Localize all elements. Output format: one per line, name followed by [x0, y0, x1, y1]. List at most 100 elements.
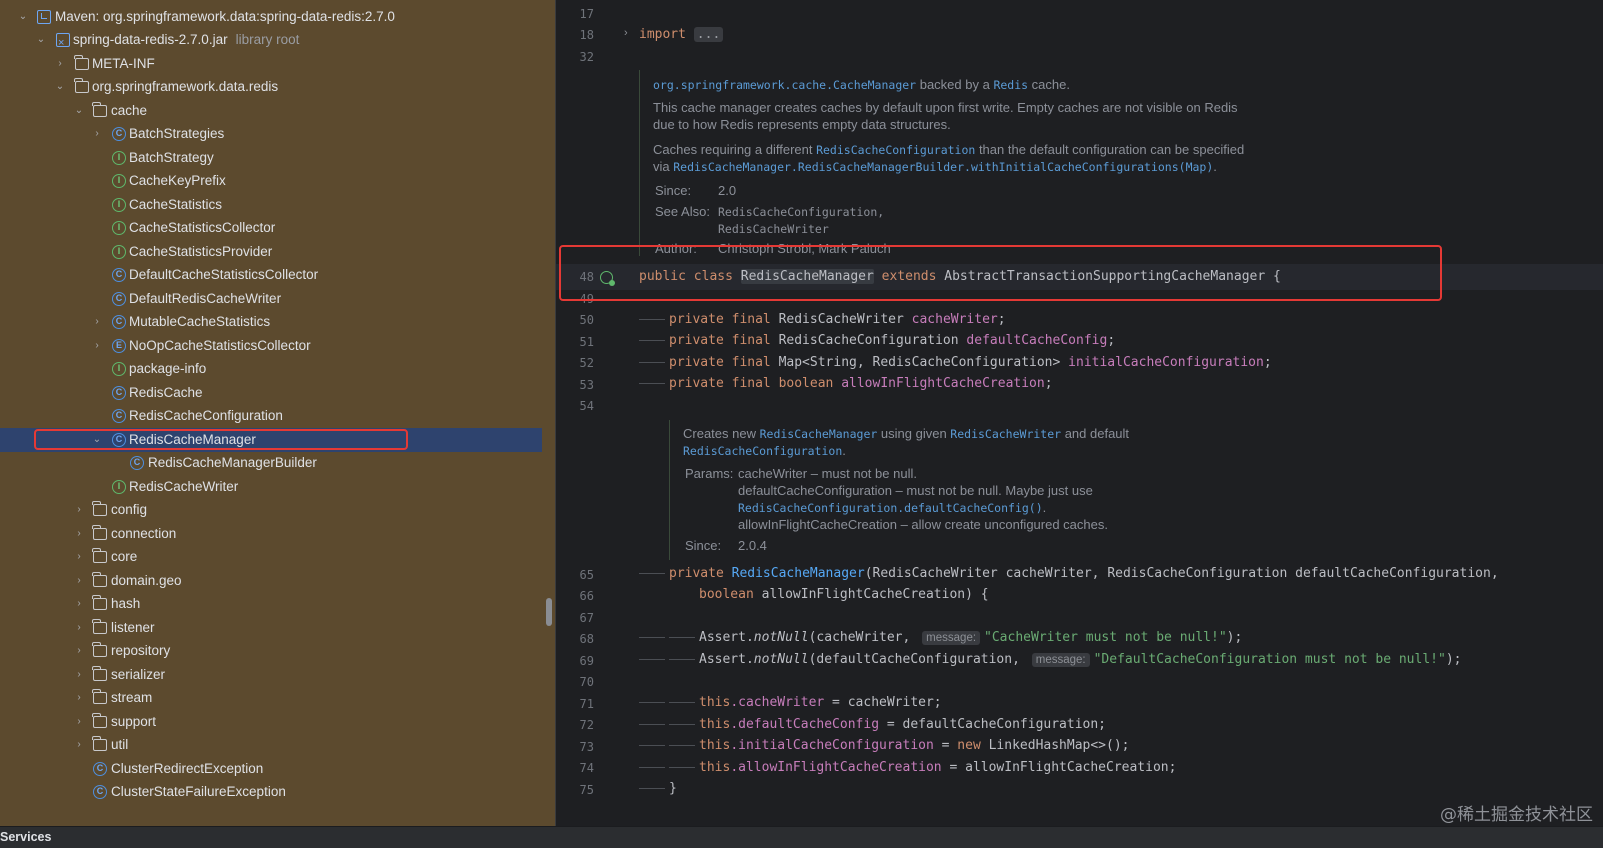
method-call[interactable]: notNull	[754, 630, 809, 645]
tree-node-label: package-info	[129, 361, 207, 376]
doc-link[interactable]: RedisCacheManager.RedisCacheManagerBuild…	[673, 160, 1213, 174]
parameter-hint: message:	[922, 631, 981, 645]
tree-node-package[interactable]: ⌄ org.springframework.data.redis	[0, 75, 544, 99]
folded-imports[interactable]: ...	[693, 27, 724, 42]
tree-node-interface[interactable]: I RedisCacheWriter	[0, 475, 544, 499]
field-name[interactable]: allowInFlightCacheCreation	[841, 376, 1045, 391]
tree-node-label: support	[111, 714, 157, 729]
tree-node-label: ClusterRedirectException	[111, 761, 264, 776]
field-name[interactable]: .initialCacheConfiguration	[730, 738, 934, 753]
tree-node-enum[interactable]: › E NoOpCacheStatisticsCollector	[0, 334, 544, 358]
tree-node-class[interactable]: C RedisCacheManagerBuilder	[0, 451, 544, 475]
assignment-line[interactable]: this.initialCacheConfiguration = new Lin…	[639, 736, 1130, 756]
tree-node-class[interactable]: C DefaultCacheStatisticsCollector	[0, 263, 544, 287]
chevron-right-icon[interactable]: ›	[90, 310, 104, 334]
tree-node-folder[interactable]: › util	[0, 733, 544, 757]
doc-link[interactable]: RedisCacheConfiguration.defaultCacheConf…	[738, 501, 1043, 515]
chevron-right-icon[interactable]: ›	[72, 569, 86, 593]
tree-node-class[interactable]: › C BatchStrategies	[0, 122, 544, 146]
chevron-down-icon[interactable]: ⌄	[34, 28, 48, 52]
type-name: Map<String, RedisCacheConfiguration>	[770, 355, 1069, 370]
doc-link[interactable]: Redis	[993, 78, 1028, 92]
field-name[interactable]: initialCacheConfiguration	[1068, 355, 1264, 370]
tree-node-interface[interactable]: I BatchStrategy	[0, 146, 544, 170]
doc-link[interactable]: RedisCacheConfiguration,	[718, 204, 884, 221]
tree-node-folder[interactable]: › domain.geo	[0, 569, 544, 593]
tree-node-package-info[interactable]: I package-info	[0, 357, 544, 381]
chevron-down-icon[interactable]: ⌄	[16, 5, 30, 29]
tree-node-folder[interactable]: › config	[0, 498, 544, 522]
closing-brace-line[interactable]: }	[639, 779, 677, 799]
chevron-right-icon[interactable]: ›	[90, 122, 104, 146]
field-line[interactable]: private final boolean allowInFlightCache…	[639, 374, 1053, 394]
tree-node-folder[interactable]: › core	[0, 545, 544, 569]
doc-link[interactable]: RedisCacheConfiguration	[816, 143, 975, 157]
chevron-right-icon[interactable]: ›	[72, 686, 86, 710]
folder-icon	[92, 713, 107, 728]
tree-node-interface[interactable]: I CacheStatisticsProvider	[0, 240, 544, 264]
assert-line[interactable]: Assert.notNull(defaultCacheConfiguration…	[639, 650, 1461, 670]
doc-link[interactable]: RedisCacheManager	[760, 427, 878, 441]
tree-node-folder[interactable]: › support	[0, 710, 544, 734]
field-line[interactable]: private final RedisCacheWriter cacheWrit…	[639, 310, 1006, 330]
fold-chevron-icon[interactable]: ›	[624, 27, 628, 39]
chevron-right-icon[interactable]: ›	[72, 663, 86, 687]
constructor-signature-line[interactable]: private RedisCacheManager(RedisCacheWrit…	[639, 564, 1499, 584]
doc-link[interactable]: org.springframework.cache.CacheManager	[653, 78, 916, 92]
field-name[interactable]: .allowInFlightCacheCreation	[730, 760, 941, 775]
tree-node-interface[interactable]: I CacheStatisticsCollector	[0, 216, 544, 240]
tree-node-interface[interactable]: I CacheKeyPrefix	[0, 169, 544, 193]
tree-node-folder[interactable]: › connection	[0, 522, 544, 546]
field-line[interactable]: private final Map<String, RedisCacheConf…	[639, 353, 1272, 373]
chevron-right-icon[interactable]: ›	[72, 592, 86, 616]
tree-node-jar[interactable]: ⌄ spring-data-redis-2.7.0.jar library roo…	[0, 28, 544, 55]
chevron-right-icon[interactable]: ›	[72, 733, 86, 757]
tree-node-cache[interactable]: ⌄ cache	[0, 99, 544, 123]
tree-node-class[interactable]: C RedisCache	[0, 381, 544, 405]
tree-node-meta-inf[interactable]: › META-INF	[0, 52, 544, 76]
doc-link[interactable]: RedisCacheWriter	[718, 221, 829, 238]
chevron-right-icon[interactable]: ›	[72, 522, 86, 546]
tree-node-interface[interactable]: I CacheStatistics	[0, 193, 544, 217]
code-editor[interactable]: 17 18 32 48 49 50 51 52 53 54 65 66 67 6…	[556, 0, 1603, 826]
chevron-right-icon[interactable]: ›	[72, 616, 86, 640]
tree-node-class[interactable]: C ClusterStateFailureException	[0, 780, 544, 804]
assert-line[interactable]: Assert.notNull(cacheWriter, message: "Cac…	[639, 628, 1242, 648]
constructor-name[interactable]: RedisCacheManager	[732, 566, 865, 581]
tree-node-folder[interactable]: › repository	[0, 639, 544, 663]
chevron-right-icon[interactable]: ›	[72, 545, 86, 569]
import-line[interactable]: import ...	[639, 25, 724, 45]
doc-link[interactable]: RedisCacheWriter	[950, 427, 1061, 441]
tree-node-folder[interactable]: › listener	[0, 616, 544, 640]
tree-scrollbar[interactable]	[546, 598, 552, 626]
tree-node-class[interactable]: C DefaultRedisCacheWriter	[0, 287, 544, 311]
assignment-line[interactable]: this.defaultCacheConfig = defaultCacheCo…	[639, 715, 1106, 735]
services-tab[interactable]: Services	[0, 830, 51, 844]
chevron-right-icon[interactable]: ›	[72, 498, 86, 522]
field-name[interactable]: .defaultCacheConfig	[730, 717, 879, 732]
tree-node-folder[interactable]: › stream	[0, 686, 544, 710]
folder-icon	[92, 595, 107, 610]
tree-node-maven-root[interactable]: ⌄ Maven: org.springframework.data:spring…	[0, 5, 544, 29]
chevron-right-icon[interactable]: ›	[72, 710, 86, 734]
chevron-down-icon[interactable]: ⌄	[72, 99, 86, 123]
field-name[interactable]: defaultCacheConfig	[966, 333, 1107, 348]
tree-node-class[interactable]: C ClusterRedirectException	[0, 757, 544, 781]
tree-node-folder[interactable]: › serializer	[0, 663, 544, 687]
tree-node-class[interactable]: C RedisCacheConfiguration	[0, 404, 544, 428]
assignment-line[interactable]: this.allowInFlightCacheCreation = allowI…	[639, 758, 1176, 778]
constructor-javadoc: Creates new RedisCacheManager using give…	[669, 420, 1290, 560]
assignment-line[interactable]: this.cacheWriter = cacheWriter;	[639, 693, 942, 713]
tree-node-class[interactable]: › C MutableCacheStatistics	[0, 310, 544, 334]
chevron-right-icon[interactable]: ›	[53, 52, 67, 76]
chevron-right-icon[interactable]: ›	[72, 639, 86, 663]
doc-link[interactable]: RedisCacheConfiguration	[683, 444, 842, 458]
method-call[interactable]: notNull	[754, 652, 809, 667]
chevron-right-icon[interactable]: ›	[90, 334, 104, 358]
field-name[interactable]: cacheWriter	[912, 312, 998, 327]
field-name[interactable]: .cacheWriter	[730, 695, 824, 710]
field-line[interactable]: private final RedisCacheConfiguration de…	[639, 331, 1115, 351]
chevron-down-icon[interactable]: ⌄	[53, 75, 67, 99]
constructor-signature-line[interactable]: boolean allowInFlightCacheCreation) {	[699, 585, 989, 605]
tree-node-folder[interactable]: › hash	[0, 592, 544, 616]
